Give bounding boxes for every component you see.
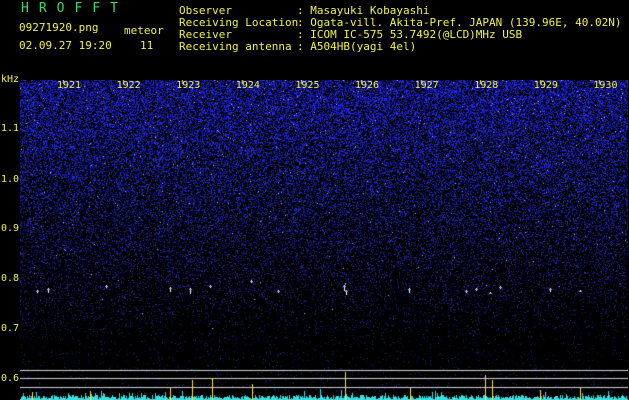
time-tick-1925: 1925: [295, 80, 320, 91]
header-panel: HROFFT 09271920.png meteor 02.09.27 19:2…: [0, 0, 629, 78]
observation-datetime: 02.09.27 19:20: [19, 39, 112, 52]
time-tick-1927: 1927: [414, 80, 439, 91]
time-tick-1921: 1921: [57, 80, 82, 91]
time-tick-1923: 1923: [176, 80, 201, 91]
frequency-unit: kHz: [1, 74, 20, 85]
spectrogram-canvas: [20, 80, 628, 400]
frequency-tick-0.9: 0.9: [1, 223, 20, 234]
time-tick-1922: 1922: [116, 80, 141, 91]
time-tick-1930: 1930: [593, 80, 618, 91]
image-filename: 09271920.png: [19, 21, 99, 34]
time-tick-1924: 1924: [235, 80, 260, 91]
frequency-tick-0.7: 0.7: [1, 323, 20, 334]
meteor-count: 11: [140, 39, 154, 52]
info-antenna: Receiving antenna : A504HB(yagi 4el): [179, 41, 416, 53]
time-tick-1929: 1929: [533, 80, 558, 91]
frequency-tick-0.8: 0.8: [1, 273, 20, 284]
frequency-tick-1.1: 1.1: [1, 123, 20, 134]
info-value: : A504HB(yagi 4el): [297, 40, 417, 53]
meteor-label: meteor: [124, 24, 164, 37]
frequency-tick-1.0: 1.0: [1, 174, 20, 185]
app-logo: HROFFT: [21, 1, 128, 16]
frequency-tick-0.6: 0.6: [1, 373, 20, 384]
time-tick-1928: 1928: [474, 80, 499, 91]
info-key: Receiving antenna: [179, 40, 292, 53]
time-tick-1926: 1926: [355, 80, 380, 91]
